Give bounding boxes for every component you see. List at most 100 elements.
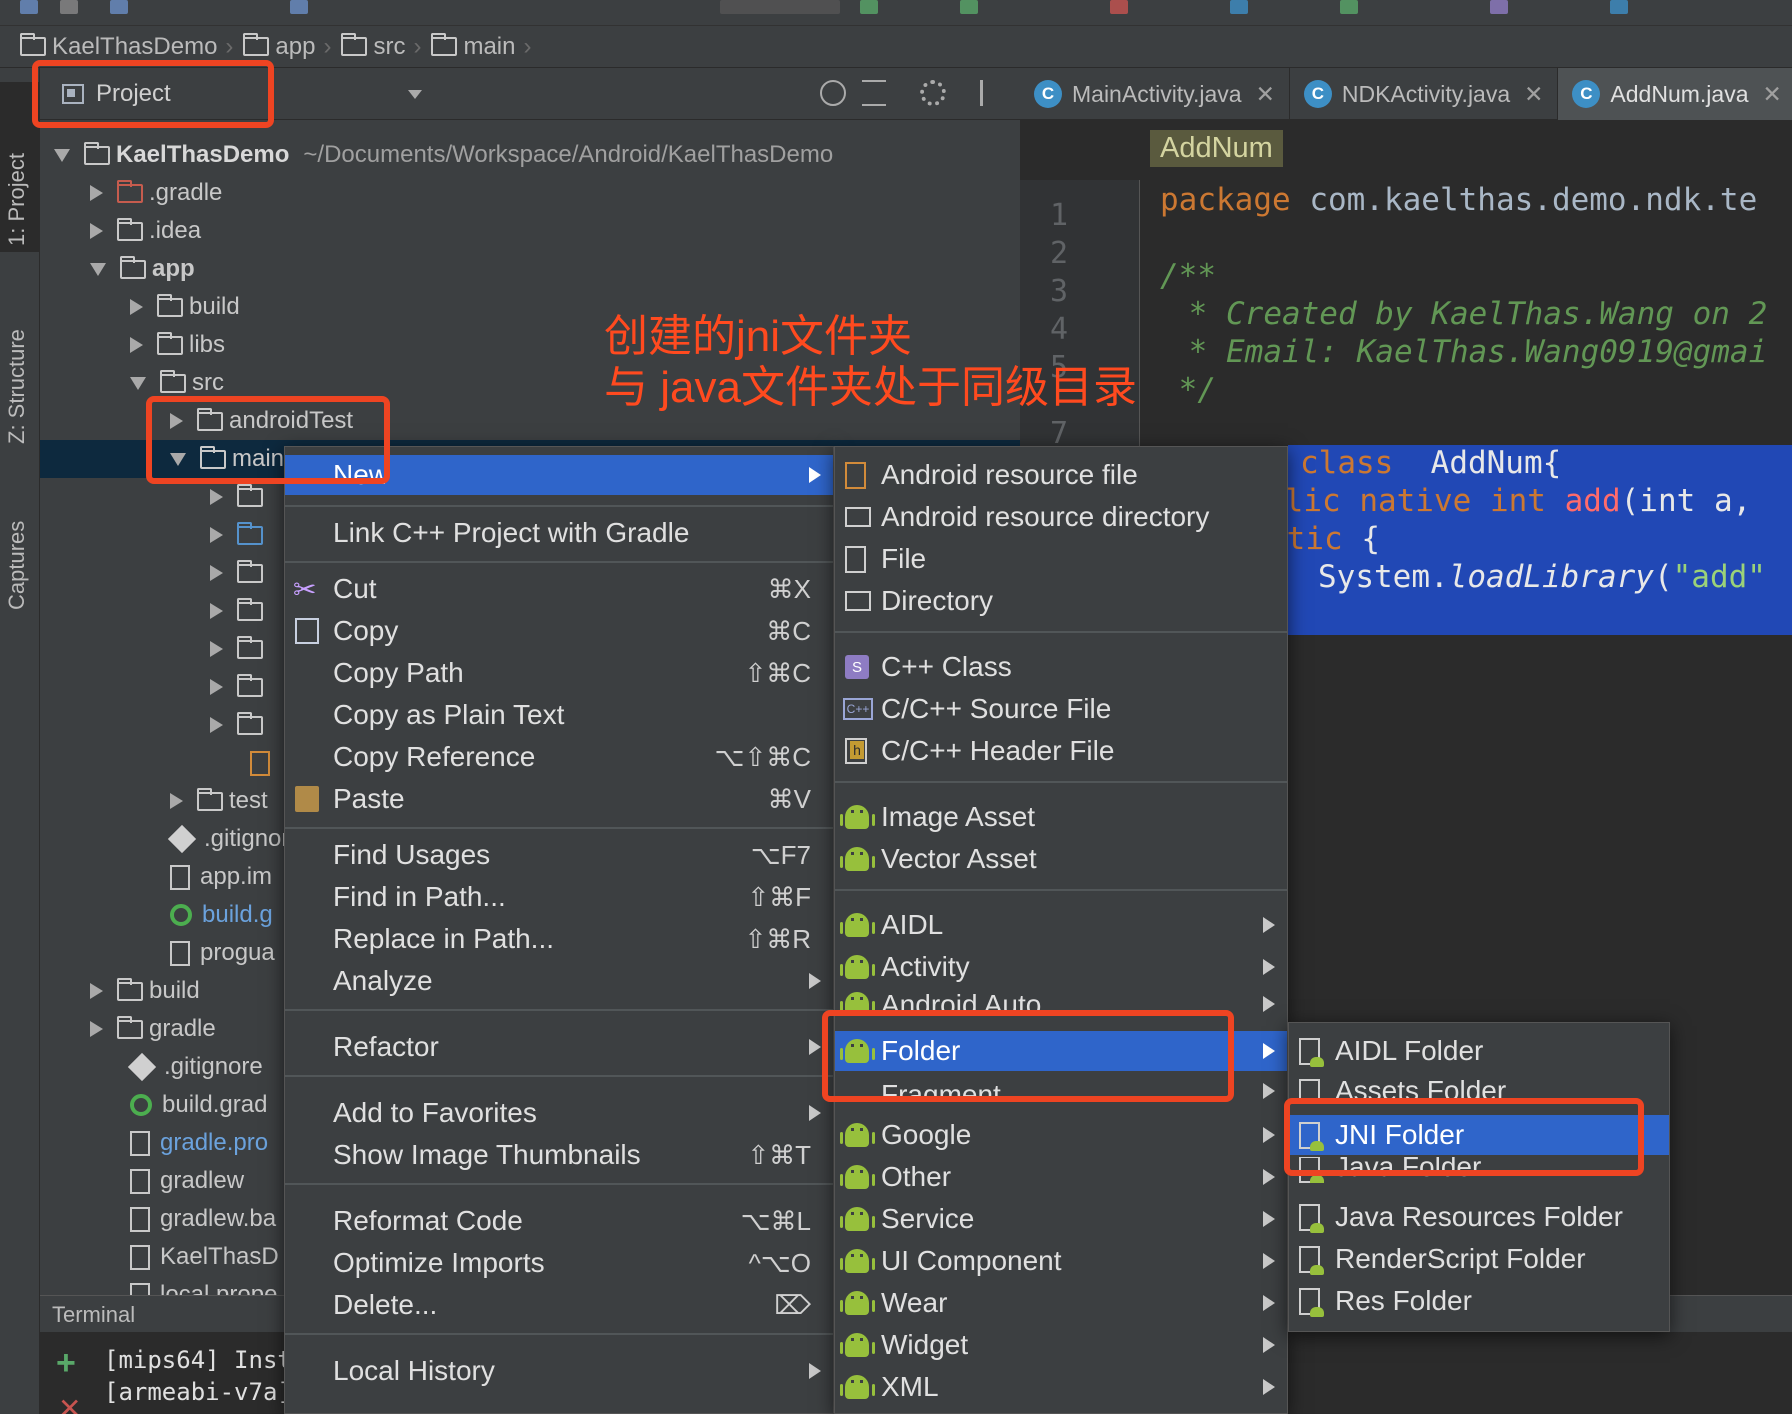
expand-arrow-icon[interactable] — [210, 565, 223, 581]
menu-item-cpp-header[interactable]: C/C++ Header File — [835, 731, 1287, 771]
submenu-arrow-icon — [809, 467, 821, 483]
breadcrumb-item[interactable]: src › — [340, 33, 421, 61]
breadcrumb-item[interactable]: main › — [430, 33, 532, 61]
editor-breadcrumb[interactable]: AddNum — [1150, 130, 1283, 167]
expand-arrow-icon[interactable] — [210, 603, 223, 619]
tab-structure[interactable]: Z: Structure — [4, 264, 30, 444]
sync-icon[interactable] — [1230, 0, 1248, 14]
menu-item-copy-path[interactable]: Copy Path ⇧⌘C — [285, 653, 833, 693]
menu-item-cpp-source[interactable]: C++ C/C++ Source File — [835, 689, 1287, 729]
menu-item-add-favorites[interactable]: Add to Favorites — [285, 1093, 833, 1133]
menu-item-cut[interactable]: ✂ Cut ⌘X — [285, 569, 833, 609]
menu-item-image-asset[interactable]: Image Asset — [835, 797, 1287, 837]
breadcrumb-item[interactable]: app › — [242, 33, 331, 61]
expand-arrow-icon[interactable] — [90, 185, 103, 201]
menu-item-find-in-path[interactable]: Find in Path... ⇧⌘F — [285, 877, 833, 917]
submenu-arrow-icon — [809, 1039, 821, 1055]
tree-item[interactable]: .idea — [40, 212, 1020, 250]
close-icon[interactable]: ✕ — [1524, 81, 1543, 108]
submenu-arrow-icon — [809, 1105, 821, 1121]
expand-arrow-icon[interactable] — [210, 527, 223, 543]
toolbar-icon[interactable] — [20, 0, 38, 14]
menu-item-local-history[interactable]: Local History — [285, 1351, 833, 1391]
menu-item-directory[interactable]: Directory — [835, 581, 1287, 621]
tab-mainactivity[interactable]: C MainActivity.java ✕ — [1020, 68, 1290, 120]
debug-icon[interactable] — [960, 0, 978, 14]
menu-item-activity[interactable]: Activity — [835, 947, 1287, 987]
menu-item-service[interactable]: Service — [835, 1199, 1287, 1239]
expand-arrow-icon[interactable] — [130, 376, 146, 390]
menu-item-replace-in-path[interactable]: Replace in Path... ⇧⌘R — [285, 919, 833, 959]
menu-item-wear[interactable]: Wear — [835, 1283, 1287, 1323]
menu-item-other[interactable]: Other — [835, 1157, 1287, 1197]
toolbar-icon[interactable] — [1610, 0, 1628, 14]
close-icon[interactable]: ✕ — [1763, 81, 1782, 108]
tree-item[interactable]: .gradle — [40, 174, 1020, 212]
sdk-icon[interactable] — [1340, 0, 1358, 14]
menu-item-paste[interactable]: Paste ⌘V — [285, 779, 833, 819]
menu-item-copy-plain[interactable]: Copy as Plain Text — [285, 695, 833, 735]
folder-icon — [430, 33, 458, 56]
new-session-icon[interactable]: + — [56, 1344, 76, 1383]
collapse-all-icon[interactable] — [862, 80, 886, 106]
expand-arrow-icon[interactable] — [130, 299, 143, 315]
menu-item-android-resource-file[interactable]: Android resource file — [835, 455, 1287, 495]
menu-item-optimize-imports[interactable]: Optimize Imports ^⌥O — [285, 1243, 833, 1283]
menu-item-aidl[interactable]: AIDL — [835, 905, 1287, 945]
tab-ndkactivity[interactable]: C NDKActivity.java ✕ — [1290, 68, 1559, 120]
menu-item-cpp-class[interactable]: S C++ Class — [835, 647, 1287, 687]
stop-icon[interactable] — [1110, 0, 1128, 14]
menu-item-widget[interactable]: Widget — [835, 1325, 1287, 1365]
menu-item-copy-reference[interactable]: Copy Reference ⌥⇧⌘C — [285, 737, 833, 777]
annotation-box-project — [32, 60, 274, 128]
code-line: package com.kaelthas.demo.ndk.te — [1160, 182, 1758, 218]
menu-item-android-resource-directory[interactable]: Android resource directory — [835, 497, 1287, 537]
tree-root[interactable]: KaelThasDemo ~/Documents/Workspace/Andro… — [40, 136, 1020, 174]
menu-item-delete[interactable]: Delete... ⌦ — [285, 1285, 833, 1325]
expand-arrow-icon[interactable] — [54, 148, 70, 162]
menu-item-renderscript-folder[interactable]: RenderScript Folder — [1289, 1239, 1669, 1279]
menu-item-google[interactable]: Google — [835, 1115, 1287, 1155]
locate-icon[interactable] — [820, 80, 846, 106]
file-icon — [130, 1244, 150, 1270]
tab-captures[interactable]: Captures — [4, 470, 30, 610]
menu-item-java-resources-folder[interactable]: Java Resources Folder — [1289, 1197, 1669, 1237]
hide-panel-icon[interactable] — [980, 80, 1004, 106]
close-icon[interactable]: ✕ — [1256, 81, 1275, 108]
menu-item-res-folder[interactable]: Res Folder — [1289, 1281, 1669, 1321]
tab-addnum[interactable]: C AddNum.java ✕ — [1558, 68, 1792, 120]
expand-arrow-icon[interactable] — [210, 489, 223, 505]
run-config-combo[interactable] — [720, 0, 840, 14]
menu-item-file[interactable]: File — [835, 539, 1287, 579]
menu-item-analyze[interactable]: Analyze — [285, 961, 833, 1001]
expand-arrow-icon[interactable] — [90, 223, 103, 239]
folder-icon — [159, 369, 186, 393]
expand-arrow-icon[interactable] — [170, 793, 183, 809]
expand-arrow-icon[interactable] — [90, 983, 103, 999]
menu-item-vector-asset[interactable]: Vector Asset — [835, 839, 1287, 879]
toolbar-icon[interactable] — [1490, 0, 1508, 14]
toolbar-icon[interactable] — [60, 0, 78, 14]
toolbar-icon[interactable] — [110, 0, 128, 14]
menu-item-link-cpp[interactable]: Link C++ Project with Gradle — [285, 513, 833, 553]
expand-arrow-icon[interactable] — [210, 641, 223, 657]
menu-item-xml[interactable]: XML — [835, 1367, 1287, 1407]
toolbar-icon[interactable] — [290, 0, 308, 14]
menu-item-aidl-folder[interactable]: AIDL Folder — [1289, 1031, 1669, 1071]
menu-item-ui-component[interactable]: UI Component — [835, 1241, 1287, 1281]
menu-item-refactor[interactable]: Refactor — [285, 1027, 833, 1067]
expand-arrow-icon[interactable] — [90, 262, 106, 276]
gear-icon[interactable] — [920, 80, 946, 106]
tree-item[interactable]: app — [40, 250, 1020, 288]
menu-item-copy[interactable]: Copy ⌘C — [285, 611, 833, 651]
menu-item-find-usages[interactable]: Find Usages ⌥F7 — [285, 835, 833, 875]
menu-item-reformat[interactable]: Reformat Code ⌥⌘L — [285, 1201, 833, 1241]
expand-arrow-icon[interactable] — [210, 679, 223, 695]
expand-arrow-icon[interactable] — [210, 717, 223, 733]
expand-arrow-icon[interactable] — [90, 1021, 103, 1037]
close-session-icon[interactable]: ✕ — [58, 1392, 81, 1414]
expand-arrow-icon[interactable] — [130, 337, 143, 353]
run-icon[interactable] — [860, 0, 878, 14]
breadcrumb-item[interactable]: KaelThasDemo › — [19, 33, 233, 61]
menu-item-image-thumbnails[interactable]: Show Image Thumbnails ⇧⌘T — [285, 1135, 833, 1175]
